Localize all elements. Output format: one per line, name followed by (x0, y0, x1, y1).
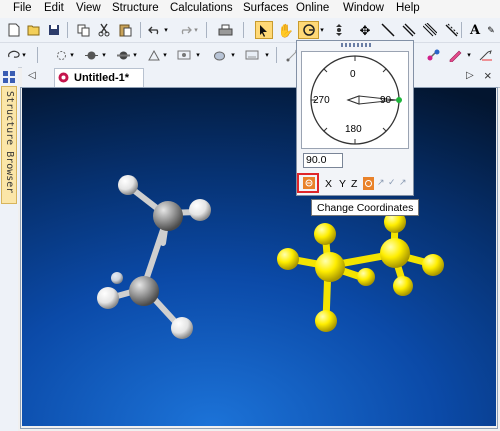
hydrogen-atom[interactable] (189, 199, 211, 221)
rotate-icon[interactable] (298, 21, 319, 39)
ball-style-icon[interactable] (82, 46, 100, 64)
tab-untitled-1[interactable]: Untitled-1* (54, 68, 144, 87)
save-icon[interactable] (45, 21, 63, 39)
hand-icon[interactable]: ✋ (277, 21, 295, 39)
cut-icon[interactable] (95, 21, 113, 39)
rotate-angle-icon[interactable]: ↗ (377, 177, 385, 188)
molecule-ethane[interactable] (97, 175, 211, 339)
angle-input[interactable]: 90.0 (303, 153, 343, 168)
open-icon[interactable] (25, 21, 43, 39)
menu-surfaces[interactable]: Surfaces (243, 2, 288, 14)
hydrogen-atom[interactable] (97, 287, 119, 309)
structure-browser-label: Structure Browser (4, 91, 15, 194)
hydrogen-atom[interactable] (118, 175, 138, 195)
menu-calculations[interactable]: Calculations (170, 2, 233, 14)
selected-atom[interactable] (314, 223, 336, 245)
dial-label-180: 180 (345, 124, 362, 135)
dial-label-0: 0 (350, 69, 356, 80)
axis-y-button[interactable]: Y (339, 178, 346, 190)
carbon-atom[interactable] (153, 201, 183, 231)
axis-z-button[interactable]: Z (351, 178, 357, 190)
copy-icon[interactable] (74, 21, 92, 39)
document-tab-bar: ◁ Untitled-1* ▷ × (22, 67, 500, 88)
selected-atom[interactable] (380, 238, 410, 268)
arrow-icon[interactable]: ↗ (399, 177, 407, 188)
orange-rotate-button[interactable] (363, 177, 374, 190)
selected-atom[interactable] (315, 252, 345, 282)
bond-triple-icon[interactable] (421, 21, 439, 39)
bond-double-icon[interactable] (400, 21, 418, 39)
pen-tool-icon[interactable] (477, 46, 495, 64)
selected-atom[interactable] (357, 268, 375, 286)
check-icon[interactable]: ✓ (388, 177, 396, 188)
surface-icon[interactable] (210, 46, 228, 64)
molecule-scene (97, 175, 444, 339)
selected-atom[interactable] (422, 254, 444, 276)
new-icon[interactable] (5, 21, 23, 39)
secondary-toolbar: ▾ ▾ ▾ ▾ ▾ ▾ ▾ ▾ ▾ (0, 43, 500, 68)
chevron-down-icon[interactable]: ▾ (161, 46, 169, 64)
bond-aromatic-icon[interactable] (443, 21, 461, 39)
display-mode-icon[interactable] (175, 46, 193, 64)
bond-single-icon[interactable] (379, 21, 397, 39)
selected-atom[interactable] (315, 310, 337, 332)
chevron-down-icon[interactable]: ▾ (20, 46, 28, 64)
chevron-down-icon[interactable]: ▾ (263, 46, 271, 64)
molecule-viewport[interactable] (22, 88, 496, 426)
tooltip: Change Coordinates (311, 199, 419, 216)
chevron-down-icon[interactable]: ▾ (194, 46, 202, 64)
chevron-down-icon[interactable]: ▾ (318, 21, 326, 39)
menu-file[interactable]: File (13, 2, 32, 14)
tab-scroll-left-icon[interactable]: ◁ (28, 70, 36, 81)
stick-style-icon[interactable] (114, 46, 132, 64)
menu-online[interactable]: Online (296, 2, 329, 14)
chevron-down-icon[interactable]: ▾ (68, 46, 76, 64)
dial-indicator[interactable] (396, 97, 402, 103)
close-icon[interactable]: × (484, 68, 492, 83)
translate-icon[interactable]: ✥ (356, 21, 374, 39)
chevron-down-icon[interactable]: ▾ (162, 21, 170, 39)
grid-icon[interactable] (3, 71, 15, 83)
structure-browser-tab[interactable]: Structure Browser (1, 86, 17, 204)
select-icon[interactable] (255, 21, 273, 39)
panel-grip[interactable] (341, 43, 371, 47)
menu-structure[interactable]: Structure (112, 2, 159, 14)
paste-icon[interactable] (116, 21, 134, 39)
tab-scroll-right-icon[interactable]: ▷ (466, 70, 474, 81)
chevron-down-icon[interactable]: ▾ (465, 46, 473, 64)
chevron-down-icon[interactable]: ▾ (131, 46, 139, 64)
menu-window[interactable]: Window (343, 2, 384, 14)
menu-help[interactable]: Help (396, 2, 420, 14)
dial-label-90: 90 (380, 95, 392, 106)
text-icon[interactable]: A (466, 21, 484, 39)
menu-bar: File Edit View Structure Calculations Su… (0, 0, 500, 18)
tab-title: Untitled-1* (74, 72, 129, 84)
main-toolbar: ▾ ▾ ✋ ▾ ✥ A ✎ (0, 18, 500, 43)
pen-draw-icon[interactable] (447, 46, 465, 64)
hydrogen-atom[interactable] (111, 272, 123, 284)
chevron-down-icon[interactable]: ▾ (229, 46, 237, 64)
dial-label-270: 270 (313, 95, 330, 106)
document-icon (58, 72, 69, 83)
chevron-down-icon[interactable]: ▾ (192, 21, 200, 39)
hydrogen-atom[interactable] (171, 317, 193, 339)
pencil-icon[interactable]: ✎ (484, 21, 498, 39)
axis-x-button[interactable]: X (325, 178, 332, 190)
chevron-down-icon[interactable]: ▾ (100, 46, 108, 64)
menu-edit[interactable]: Edit (44, 2, 64, 14)
rotation-dial[interactable]: 0 270 90 180 (301, 51, 409, 149)
zoom-icon[interactable] (330, 21, 348, 39)
menu-view[interactable]: View (76, 2, 101, 14)
molecule-selected[interactable] (277, 211, 444, 332)
selected-atom[interactable] (393, 276, 413, 296)
selected-atom[interactable] (277, 248, 299, 270)
print-icon[interactable] (216, 21, 234, 39)
carbon-atom[interactable] (129, 276, 159, 306)
lighting-icon[interactable] (243, 46, 261, 64)
molecule-color-icon[interactable] (425, 46, 443, 64)
highlight-annotation (297, 173, 319, 193)
